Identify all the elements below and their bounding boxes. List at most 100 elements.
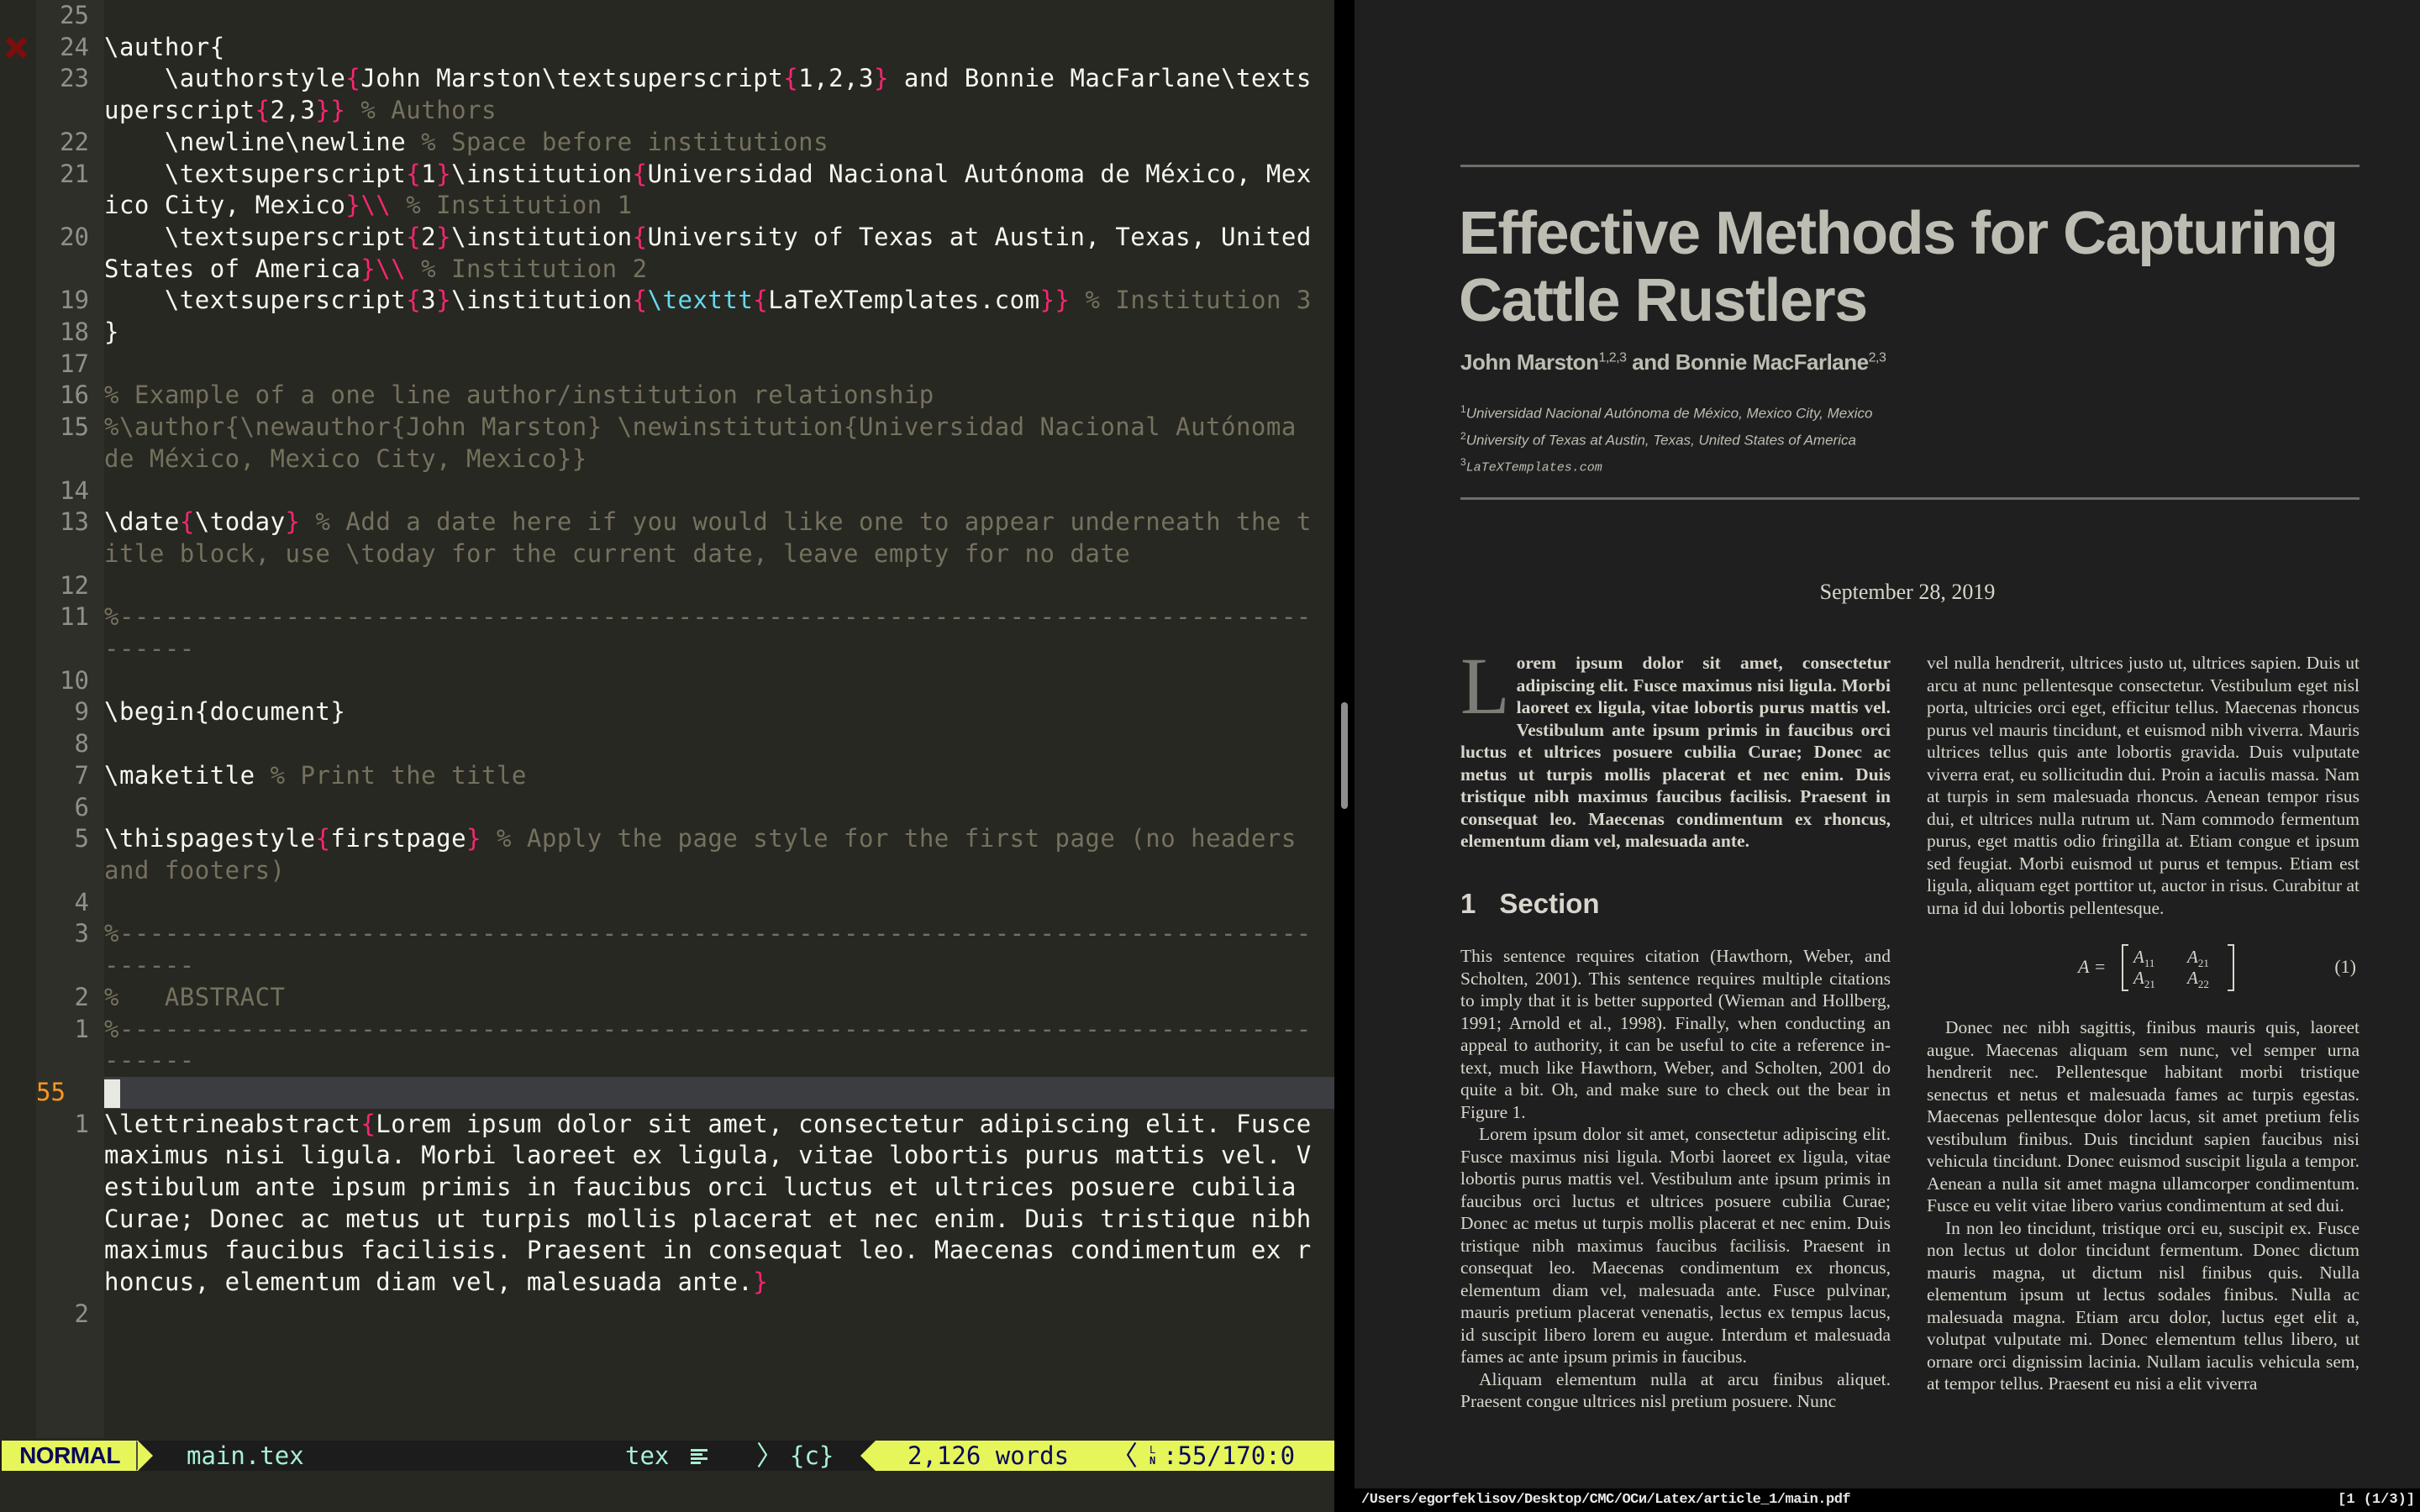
code-line[interactable]: 6 (0, 792, 1334, 824)
paragraph: In non leo tincidunt, tristique orci eu,… (1927, 1217, 2360, 1394)
line-content[interactable] (104, 1076, 1334, 1109)
chevron-right-icon: 〉 (756, 1440, 784, 1472)
word-count: 2,126 words (908, 1441, 1070, 1470)
line-content[interactable]: %---------------------------------------… (104, 1014, 1334, 1077)
line-content[interactable]: \lettrineabstract{Lorem ipsum dolor sit … (104, 1109, 1334, 1299)
code-line[interactable]: 8 (0, 728, 1334, 760)
line-number: 19 (60, 286, 89, 315)
affiliation: 3LaTeXTemplates.com (1460, 451, 1872, 480)
comment-token: % Authors (360, 96, 497, 125)
code-line[interactable]: 15 %\author{\newauthor{John Marston} \new… (0, 412, 1334, 475)
line-content[interactable]: \thispagestyle{firstpage} % Apply the pa… (104, 823, 1334, 886)
code-token: 2 (421, 222, 437, 251)
code-line[interactable]: 12 (0, 570, 1334, 602)
sign-cell (0, 760, 36, 792)
code-line[interactable]: 24 \author{ (0, 32, 1334, 64)
code-line[interactable]: 3 %--------------------------------------… (0, 918, 1334, 981)
line-number: 2 (74, 982, 89, 1011)
code-line[interactable]: 16 % Example of a one line author/institu… (0, 380, 1334, 412)
code-line[interactable]: 11 %-------------------------------------… (0, 601, 1334, 664)
code-line[interactable]: 19 \textsuperscript{3}\institution{\text… (0, 285, 1334, 317)
brace-token: { (406, 286, 422, 315)
code-line[interactable]: 7 \maketitle % Print the title (0, 760, 1334, 792)
line-content[interactable]: \textsuperscript{1}\institution{Universi… (104, 159, 1334, 222)
comment-token: %---------------------------------------… (104, 602, 1312, 664)
line-content[interactable] (104, 887, 1334, 919)
line-content[interactable] (104, 0, 1334, 32)
line-content[interactable]: % Example of a one line author/instituti… (104, 380, 1334, 412)
line-content[interactable]: \begin{document} (104, 696, 1334, 728)
line-content[interactable] (104, 728, 1334, 760)
code-line[interactable]: 22 \newline\newline % Space before insti… (0, 127, 1334, 159)
code-line[interactable]: 23 \authorstyle{John Marston\textsupersc… (0, 63, 1334, 126)
brace-token: } (436, 286, 452, 315)
line-content[interactable]: \authorstyle{John Marston\textsuperscrip… (104, 63, 1334, 126)
line-content[interactable]: \date{\today} % Add a date here if you w… (104, 507, 1334, 570)
sign-cell (0, 475, 36, 507)
line-content[interactable]: %\author{\newauthor{John Marston} \newin… (104, 412, 1334, 475)
line-content[interactable]: \maketitle % Print the title (104, 760, 1334, 792)
editor-buffer[interactable]: 25 24 \author{23 \authorstyle{John Marston… (0, 0, 1334, 1331)
code-token: \institution (451, 286, 633, 315)
code-line[interactable]: 1 \lettrineabstract{Lorem ipsum dolor sit… (0, 1109, 1334, 1299)
line-number: 11 (60, 602, 89, 632)
line-number: 1 (74, 1014, 89, 1043)
pdf-statusbar: /Users/egorfeklisov/Desktop/CMC/ОСи/Late… (1355, 1488, 2420, 1512)
line-content[interactable]: \author{ (104, 32, 1334, 64)
sign-cell (0, 792, 36, 824)
editor-pane[interactable]: 25 24 \author{23 \authorstyle{John Marston… (0, 0, 1334, 1438)
affiliation-text: University of Texas at Austin, Texas, Un… (1465, 432, 1856, 449)
line-content[interactable]: \newline\newline % Space before institut… (104, 127, 1334, 159)
brace-token: { (753, 286, 769, 315)
brace-token: { (632, 159, 648, 188)
sign-cell (0, 412, 36, 475)
line-number: 22 (60, 127, 89, 156)
code-line[interactable]: 20 \textsuperscript{2}\institution{Unive… (0, 222, 1334, 285)
line-content[interactable] (104, 570, 1334, 602)
code-line[interactable]: 9 \begin{document} (0, 696, 1334, 728)
code-token: } (104, 318, 119, 347)
code-line[interactable]: 17 (0, 349, 1334, 381)
code-line[interactable]: 14 (0, 475, 1334, 507)
code-line[interactable]: 18} (0, 317, 1334, 349)
line-number: 8 (74, 729, 89, 759)
line-content[interactable]: } (104, 317, 1334, 349)
code-line[interactable]: 2 (0, 1299, 1334, 1331)
command-line[interactable] (0, 1472, 1334, 1512)
line-content[interactable] (104, 1299, 1334, 1331)
code-line[interactable]: 13 \date{\today} % Add a date here if you… (0, 507, 1334, 570)
line-content[interactable]: %---------------------------------------… (104, 601, 1334, 664)
line-number: 3 (74, 919, 89, 948)
comment-token: %\author{\newauthor{John Marston} \newin… (104, 412, 1312, 473)
brace-token: } (436, 159, 452, 188)
code-line[interactable]: 21 \textsuperscript{1}\institution{Unive… (0, 159, 1334, 222)
code-line[interactable]: 2 % ABSTRACT (0, 982, 1334, 1014)
cursor-line[interactable]: 55 (0, 1076, 1334, 1109)
code-line[interactable]: 4 (0, 887, 1334, 919)
brace-token: { (632, 222, 648, 251)
line-number: 2 (74, 1299, 89, 1328)
line-content[interactable] (104, 792, 1334, 824)
brace-token: { (783, 64, 799, 93)
code-line[interactable]: 1 %--------------------------------------… (0, 1014, 1334, 1077)
comment-token: % Institution 2 (421, 254, 648, 283)
code-line[interactable]: 5 \thispagestyle{firstpage} % Apply the p… (0, 823, 1334, 886)
code-line[interactable]: 25 (0, 0, 1334, 32)
paragraph: This sentence requires citation (Hawthor… (1460, 946, 1891, 1122)
code-token: John Marston\textsuperscript (360, 64, 784, 93)
line-content[interactable]: \textsuperscript{3}\institution{\texttt{… (104, 285, 1334, 317)
line-content[interactable]: %---------------------------------------… (104, 918, 1334, 981)
line-content[interactable] (104, 349, 1334, 381)
line-content[interactable]: \textsuperscript{2}\institution{Universi… (104, 222, 1334, 285)
line-content[interactable] (104, 665, 1334, 697)
code-line[interactable]: 10 (0, 665, 1334, 697)
brace-token: { (632, 286, 648, 315)
chevron-left-icon: 〈 (1111, 1440, 1139, 1472)
line-content[interactable]: % ABSTRACT (104, 982, 1334, 1014)
sign-cell (0, 507, 36, 570)
pdf-scrollbar-thumb[interactable] (1341, 702, 1348, 809)
line-content[interactable] (104, 475, 1334, 507)
sign-cell (0, 601, 36, 664)
paragraph: vel nulla hendrerit, ultrices justo ut, … (1927, 653, 2360, 918)
